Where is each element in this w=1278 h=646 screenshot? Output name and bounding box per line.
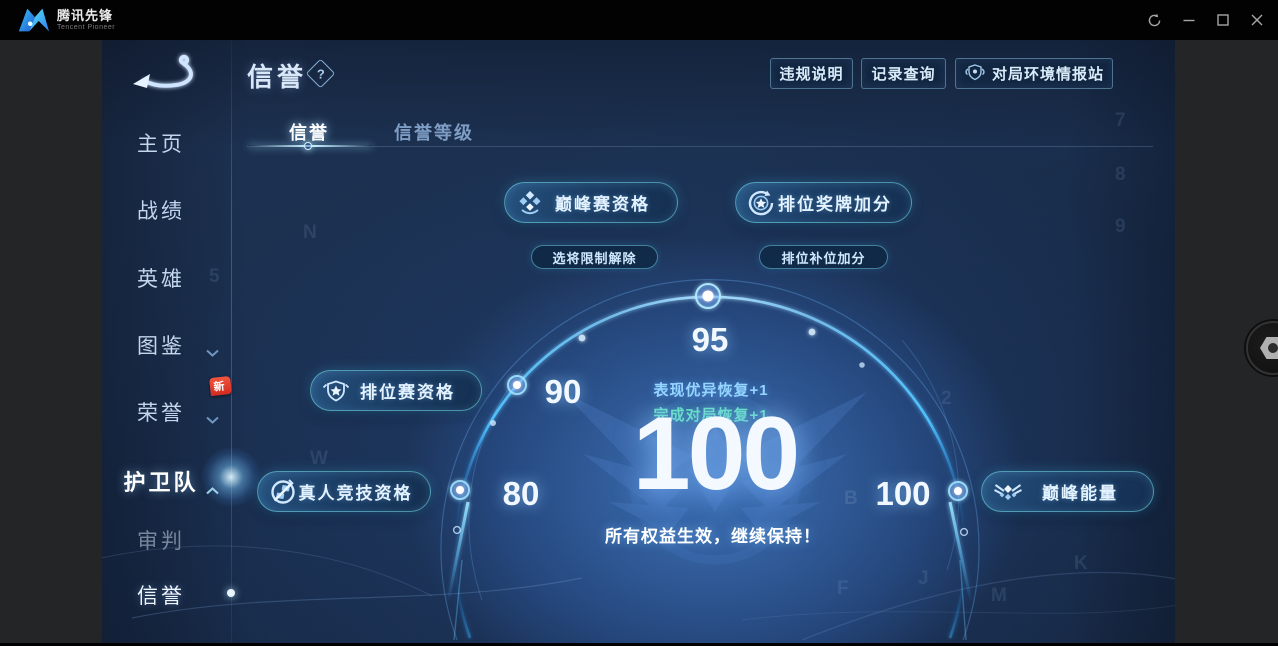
- perk-rank-qualification[interactable]: 排位赛资格: [310, 370, 482, 411]
- window-frame: 5 N 7 8 9 2 W B M J F K 主页 战绩 英雄 图鉴 荣誉 新…: [0, 40, 1278, 643]
- no-bot-icon: [269, 478, 297, 506]
- gauge-mark-100: 100: [875, 475, 931, 512]
- vignette: [102, 40, 1175, 643]
- active-tab-marker: [304, 142, 312, 150]
- perk-rank-medal-bonus[interactable]: 排位奖牌加分: [735, 182, 912, 223]
- refresh-icon[interactable]: [1147, 13, 1162, 28]
- bg-glyph: K: [1074, 553, 1088, 574]
- credit-gauge-arc: [102, 279, 1175, 641]
- bg-glyph: 9: [1115, 216, 1126, 237]
- recovery-line-complete: 完成对局恢复+1: [653, 407, 769, 424]
- match-env-intel-button[interactable]: 对局环境情报站: [955, 58, 1113, 89]
- sidebar-item-label: 主页: [137, 133, 185, 156]
- tab-credit-level[interactable]: 信誉等级: [394, 119, 474, 145]
- sidebar-item-label: 战绩: [137, 200, 185, 223]
- perk-human-match-qualification[interactable]: 真人竞技资格: [257, 471, 431, 512]
- titlebar: 腾讯先锋 Tencent Pioneer: [0, 0, 1278, 40]
- gauge-mark-95: 95: [691, 321, 729, 358]
- bg-glyph: 8: [1115, 164, 1126, 185]
- bg-glyph: F: [837, 578, 849, 599]
- sidebar-item-records[interactable]: 战绩: [102, 195, 220, 223]
- new-badge: 新: [209, 375, 232, 397]
- perk-label: 巅峰赛资格: [555, 195, 650, 214]
- window-controls: [1147, 0, 1264, 40]
- wing-emblem-watermark: [563, 391, 867, 565]
- sidebar-divider: [231, 40, 232, 643]
- sidebar-item-credit[interactable]: 信誉: [102, 580, 220, 608]
- perk-peak-energy[interactable]: 巅峰能量: [981, 471, 1154, 512]
- hexagon-nut-icon: [1260, 337, 1278, 359]
- credit-score: 100: [632, 396, 801, 512]
- perk-hero-pick-unrestricted[interactable]: 选将限制解除: [531, 245, 658, 269]
- perk-label: 排位补位加分: [781, 250, 866, 266]
- sidebar-item-honor[interactable]: 荣誉 新: [102, 375, 232, 425]
- diamond-cluster-icon: [516, 189, 544, 217]
- button-label: 记录查询: [871, 66, 936, 83]
- sidebar-item-judgment[interactable]: 审判: [102, 525, 220, 553]
- button-label: 违规说明: [779, 66, 844, 83]
- perk-label: 排位奖牌加分: [778, 195, 892, 214]
- sidebar-item-label: 荣誉: [137, 402, 185, 425]
- medal-star-icon: [747, 189, 775, 217]
- sidebar-item-label: 图鉴: [137, 335, 185, 358]
- bg-glyph: J: [918, 568, 929, 589]
- bg-glyph: 2: [941, 388, 952, 409]
- app-logo: 腾讯先锋 Tencent Pioneer: [16, 5, 115, 35]
- app-subtitle: Tencent Pioneer: [57, 23, 116, 31]
- sidebar-item-label: 英雄: [137, 268, 185, 291]
- gauge-node-100: [948, 481, 968, 501]
- perk-label: 巅峰能量: [1042, 484, 1118, 503]
- bg-glyph: W: [310, 448, 328, 469]
- wing-badge-icon: [964, 62, 986, 86]
- gauge-mark-80: 80: [502, 475, 540, 512]
- wing-diamond-icon: [993, 479, 1023, 505]
- bg-glyph: N: [303, 222, 317, 243]
- chevron-up-icon: [206, 475, 219, 501]
- minimize-icon[interactable]: [1181, 13, 1196, 28]
- record-query-button[interactable]: 记录查询: [861, 58, 946, 89]
- recovery-line-performance: 表现优异恢复+1: [653, 382, 769, 399]
- sidebar-item-gallery[interactable]: 图鉴: [102, 330, 220, 358]
- chevron-down-icon: [206, 339, 219, 363]
- sidebar-item-guard-team[interactable]: 护卫队: [102, 465, 220, 495]
- gauge-mark-90: 90: [544, 373, 582, 410]
- game-content: 5 N 7 8 9 2 W B M J F K 主页 战绩 英雄 图鉴 荣誉 新…: [102, 40, 1175, 643]
- sidebar-item-heroes[interactable]: 英雄: [102, 263, 220, 291]
- button-label: 对局环境情报站: [991, 66, 1104, 83]
- tab-underline: [247, 146, 1153, 147]
- gauge-node-95: [695, 283, 721, 309]
- perk-label: 选将限制解除: [552, 250, 637, 266]
- status-text: 所有权益生效，继续保持！: [605, 527, 821, 546]
- gauge-node-90: [507, 375, 527, 395]
- tab-credit[interactable]: 信誉: [289, 119, 329, 145]
- bg-glyph: B: [844, 488, 858, 509]
- perk-label: 真人竞技资格: [298, 484, 413, 503]
- violation-info-button[interactable]: 违规说明: [770, 58, 853, 89]
- chevron-down-icon: [206, 406, 219, 430]
- gauge-node-80: [450, 480, 470, 500]
- back-button[interactable]: [126, 50, 198, 96]
- sidebar-item-home[interactable]: 主页: [102, 128, 220, 156]
- shield-star-icon: [322, 378, 350, 404]
- perk-peak-qualification[interactable]: 巅峰赛资格: [504, 182, 678, 223]
- maximize-icon[interactable]: [1215, 13, 1230, 28]
- bg-glyph: M: [991, 585, 1007, 606]
- perk-rank-fill-bonus[interactable]: 排位补位加分: [759, 245, 888, 269]
- sidebar-item-label: 审判: [137, 530, 185, 553]
- bg-glyph: 7: [1115, 110, 1126, 131]
- sidebar-item-label: 信誉: [137, 585, 185, 608]
- app-name: 腾讯先锋: [57, 8, 114, 23]
- page-title: 信誉: [247, 62, 308, 92]
- tencent-pioneer-logo-icon: [18, 8, 50, 32]
- perk-label: 排位赛资格: [360, 383, 455, 402]
- sidebar-item-label: 护卫队: [123, 470, 199, 495]
- help-icon[interactable]: ?: [305, 58, 336, 89]
- close-icon[interactable]: [1249, 13, 1264, 28]
